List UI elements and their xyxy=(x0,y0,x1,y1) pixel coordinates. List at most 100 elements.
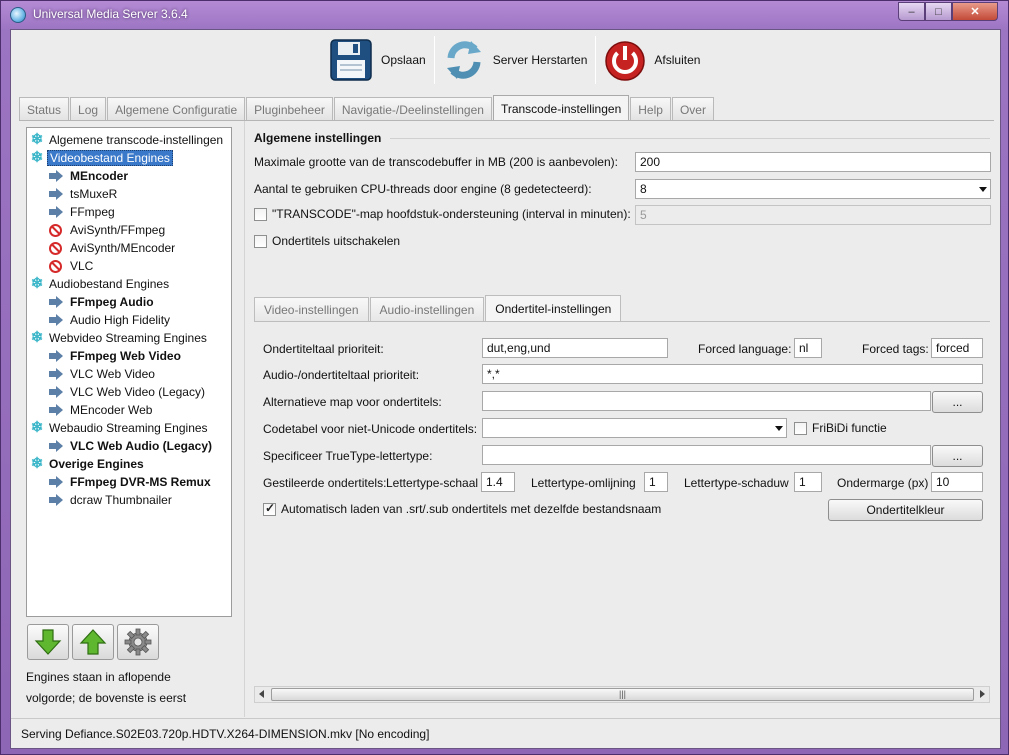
tree-item[interactable]: ❄ Overige Engines xyxy=(27,455,231,473)
tab-log[interactable]: Log xyxy=(70,97,107,121)
arrow-icon xyxy=(49,494,63,506)
chapter-support-label: "TRANSCODE"-map hoofdstuk-ondersteuning … xyxy=(272,207,631,221)
alt-folder-input[interactable] xyxy=(482,391,931,411)
tab-transcode[interactable]: Transcode-instellingen xyxy=(492,95,630,121)
horizontal-scrollbar[interactable]: ||| xyxy=(254,686,990,703)
tab-about[interactable]: Over xyxy=(671,97,714,121)
tab-audio-settings[interactable]: Audio-instellingen xyxy=(369,297,485,322)
arrow-icon xyxy=(49,188,63,200)
tab-general-config[interactable]: Algemene Configuratie xyxy=(107,97,246,121)
tree-item-label: Audiobestand Engines xyxy=(49,277,170,291)
font-shadow-label: Lettertype-schaduw xyxy=(684,476,789,490)
tree-item-label: MEncoder xyxy=(70,169,129,183)
main-tabs: Status Log Algemene Configuratie Pluginb… xyxy=(19,95,715,121)
tab-navigation[interactable]: Navigatie-/Deelinstellingen xyxy=(333,97,492,121)
checkbox-box[interactable] xyxy=(794,421,807,435)
minimize-button[interactable]: – xyxy=(898,2,925,21)
bottom-margin-input[interactable]: 10 xyxy=(931,472,983,492)
quit-button[interactable]: Afsluiten xyxy=(596,34,708,86)
tree-item[interactable]: FFmpeg DVR-MS Remux xyxy=(27,473,231,491)
subtitle-priority-input[interactable]: dut,eng,und xyxy=(482,338,668,358)
move-up-button[interactable] xyxy=(72,624,114,660)
tree-item[interactable]: FFmpeg Web Video xyxy=(27,347,231,365)
forced-tags-input[interactable]: forced xyxy=(931,338,983,358)
app-window: Universal Media Server 3.6.4 – □ ✕ Opsla… xyxy=(0,0,1009,755)
tree-item[interactable]: VLC Web Video xyxy=(27,365,231,383)
scroll-right-icon[interactable] xyxy=(980,690,985,698)
cpu-threads-select[interactable]: 8 xyxy=(635,179,991,199)
tree-item[interactable]: MEncoder xyxy=(27,167,231,185)
tab-subtitle-settings[interactable]: Ondertitel-instellingen xyxy=(485,295,622,322)
engine-order-controls xyxy=(27,624,159,660)
buffer-label: Maximale grootte van de transcodebuffer … xyxy=(254,155,618,169)
tree-item[interactable]: MEncoder Web xyxy=(27,401,231,419)
tree-item[interactable]: VLC xyxy=(27,257,231,275)
chapter-support-checkbox[interactable]: "TRANSCODE"-map hoofdstuk-ondersteuning … xyxy=(254,207,631,221)
tree-item-label: FFmpeg DVR-MS Remux xyxy=(70,475,211,489)
restart-label: Server Herstarten xyxy=(492,53,588,67)
fribidi-label: FriBiDi functie xyxy=(812,421,887,435)
truetype-browse-button[interactable]: ... xyxy=(932,445,983,467)
forced-language-input[interactable]: nl xyxy=(794,338,822,358)
checkbox-box[interactable] xyxy=(254,207,267,221)
truetype-font-input[interactable] xyxy=(482,445,931,465)
checkbox-box[interactable] xyxy=(263,501,276,516)
toggle-engine-button[interactable] xyxy=(117,624,159,660)
save-button[interactable]: Opslaan xyxy=(321,34,434,86)
close-icon: ✕ xyxy=(970,6,980,18)
tab-help[interactable]: Help xyxy=(630,97,671,121)
tree-item-label: Overige Engines xyxy=(49,457,144,471)
threads-label: Aantal te gebruiken CPU-threads door eng… xyxy=(254,182,592,196)
tree-item[interactable]: VLC Web Audio (Legacy) xyxy=(27,437,231,455)
codepage-select[interactable] xyxy=(482,418,787,438)
audio-subtitle-priority-input[interactable]: *,* xyxy=(482,364,983,384)
tree-item[interactable]: ❄ Algemene transcode-instellingen xyxy=(27,131,231,149)
autoload-subtitles-checkbox[interactable]: Automatisch laden van .srt/.sub ondertit… xyxy=(263,501,661,516)
disable-subtitles-checkbox[interactable]: Ondertitels uitschakelen xyxy=(254,234,400,248)
floppy-disk-icon xyxy=(330,39,372,81)
font-outline-input[interactable]: 1 xyxy=(644,472,668,492)
tab-plugins[interactable]: Pluginbeheer xyxy=(246,97,333,121)
tree-item-label: AviSynth/FFmpeg xyxy=(70,223,166,237)
restart-server-button[interactable]: Server Herstarten xyxy=(435,34,596,86)
tree-item[interactable]: VLC Web Video (Legacy) xyxy=(27,383,231,401)
font-shadow-input[interactable]: 1 xyxy=(794,472,822,492)
alt-folder-browse-button[interactable]: ... xyxy=(932,391,983,413)
close-button[interactable]: ✕ xyxy=(952,2,998,21)
tree-item[interactable]: AviSynth/FFmpeg xyxy=(27,221,231,239)
subtitle-color-button[interactable]: Ondertitelkleur xyxy=(828,499,983,521)
tree-item[interactable]: ❄ Webaudio Streaming Engines xyxy=(27,419,231,437)
tree-item[interactable]: ❄ Audiobestand Engines xyxy=(27,275,231,293)
fribidi-checkbox[interactable]: FriBiDi functie xyxy=(794,421,887,435)
tree-item-label: VLC Web Video xyxy=(70,367,155,381)
scroll-left-icon[interactable] xyxy=(259,690,264,698)
tab-video-settings[interactable]: Video-instellingen xyxy=(254,297,369,322)
tree-item[interactable]: ❄ Videobestand Engines xyxy=(27,149,231,167)
tree-item[interactable]: dcraw Thumbnailer xyxy=(27,491,231,509)
tree-item-label: VLC Web Video (Legacy) xyxy=(70,385,205,399)
chapter-interval-input[interactable]: 5 xyxy=(635,205,991,225)
move-down-button[interactable] xyxy=(27,624,69,660)
arrow-icon xyxy=(49,404,63,416)
title-bar[interactable]: Universal Media Server 3.6.4 – □ ✕ xyxy=(1,1,1008,29)
tree-item[interactable]: FFmpeg Audio xyxy=(27,293,231,311)
snowflake-icon: ❄ xyxy=(30,149,44,166)
tree-item-label: dcraw Thumbnailer xyxy=(70,493,172,507)
truetype-label: Specificeer TrueType-lettertype: xyxy=(263,449,433,463)
toolbar: Opslaan Server Herstarten Afsluiten xyxy=(321,32,708,88)
checkbox-box[interactable] xyxy=(254,234,267,248)
codepage-label: Codetabel voor niet-Unicode ondertitels: xyxy=(263,422,478,436)
buffer-size-input[interactable]: 200 xyxy=(635,152,991,172)
scrollbar-thumb[interactable]: ||| xyxy=(271,688,974,701)
font-scale-input[interactable]: 1.4 xyxy=(481,472,515,492)
snowflake-icon: ❄ xyxy=(30,455,44,472)
maximize-button[interactable]: □ xyxy=(925,2,952,21)
tree-item[interactable]: ❄ Webvideo Streaming Engines xyxy=(27,329,231,347)
tree-item[interactable]: Audio High Fidelity xyxy=(27,311,231,329)
engine-tree[interactable]: ❄ Algemene transcode-instellingen ❄ Videob… xyxy=(26,127,232,617)
settings-area: Algemene instellingen Maximale grootte v… xyxy=(244,121,994,717)
tree-item[interactable]: tsMuxeR xyxy=(27,185,231,203)
tree-item[interactable]: AviSynth/MEncoder xyxy=(27,239,231,257)
tab-status[interactable]: Status xyxy=(19,97,70,121)
tree-item[interactable]: FFmpeg xyxy=(27,203,231,221)
